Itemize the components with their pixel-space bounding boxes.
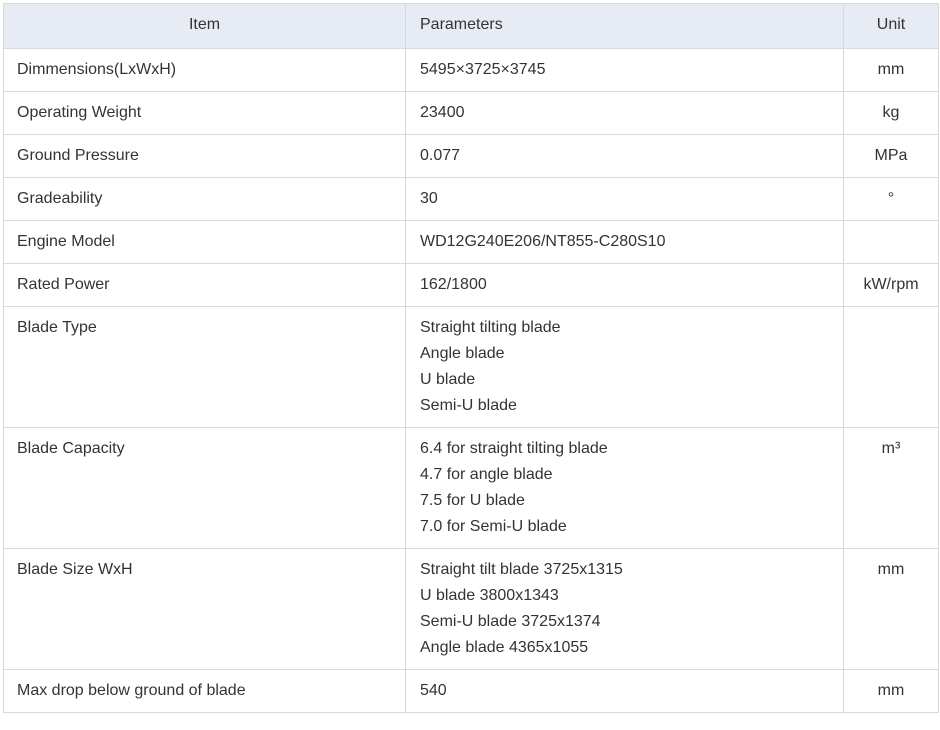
parameter-cell: 30 — [405, 177, 844, 221]
table-row: Engine Model WD12G240E206/NT855-C280S10 — [3, 220, 939, 264]
parameter-line: 7.0 for Semi-U blade — [420, 518, 567, 535]
unit-cell: kW/rpm — [843, 263, 939, 307]
parameter-line: Straight tilting blade — [420, 319, 561, 336]
parameter-line: 162/1800 — [420, 276, 487, 293]
table-body: Dimmensions(LxWxH) 5495×3725×3745 mm Operat… — [3, 48, 939, 713]
unit-cell: mm — [843, 48, 939, 92]
table-row: Blade Capacity 6.4 for straight tilting b… — [3, 427, 939, 549]
item-cell: Engine Model — [3, 220, 406, 264]
parameter-line: 5495×3725×3745 — [420, 61, 546, 78]
header-parameters: Parameters — [405, 3, 844, 49]
parameter-cell: 6.4 for straight tilting blade 4.7 for an… — [405, 427, 844, 549]
parameter-cell: 0.077 — [405, 134, 844, 178]
unit-cell: kg — [843, 91, 939, 135]
table-row: Operating Weight 23400 kg — [3, 91, 939, 135]
parameter-line: U blade — [420, 371, 476, 388]
parameter-line: 6.4 for straight tilting blade — [420, 440, 608, 457]
item-cell: Blade Type — [3, 306, 406, 428]
parameter-line: 540 — [420, 682, 447, 699]
parameter-cell: 162/1800 — [405, 263, 844, 307]
table-row: Blade Type Straight tilting blade Angle bl… — [3, 306, 939, 428]
spec-table: Item Parameters Unit Dimmensions(LxWxH) 5… — [3, 3, 939, 713]
unit-cell: m³ — [843, 427, 939, 549]
parameter-cell: WD12G240E206/NT855-C280S10 — [405, 220, 844, 264]
parameter-line: 30 — [420, 190, 438, 207]
parameter-cell: 5495×3725×3745 — [405, 48, 844, 92]
table-row: Max drop below ground of blade 540 mm — [3, 669, 939, 713]
header-item: Item — [3, 3, 406, 49]
unit-cell: MPa — [843, 134, 939, 178]
parameter-line: 23400 — [420, 104, 465, 121]
parameter-line: U blade 3800x1343 — [420, 587, 559, 604]
parameter-line: Straight tilt blade 3725x1315 — [420, 561, 623, 578]
parameter-line: 7.5 for U blade — [420, 492, 525, 509]
item-cell: Blade Size WxH — [3, 548, 406, 670]
item-cell: Max drop below ground of blade — [3, 669, 406, 713]
item-cell: Dimmensions(LxWxH) — [3, 48, 406, 92]
parameter-cell: Straight tilt blade 3725x1315 U blade 380… — [405, 548, 844, 670]
unit-cell — [843, 306, 939, 428]
item-cell: Ground Pressure — [3, 134, 406, 178]
parameter-cell: Straight tilting blade Angle blade U blade… — [405, 306, 844, 428]
header-row: Item Parameters Unit — [3, 3, 939, 49]
unit-cell: mm — [843, 669, 939, 713]
parameter-line: WD12G240E206/NT855-C280S10 — [420, 233, 666, 250]
parameter-line: 0.077 — [420, 147, 461, 164]
parameter-cell: 540 — [405, 669, 844, 713]
parameter-line: Angle blade — [420, 345, 505, 362]
unit-cell: mm — [843, 548, 939, 670]
parameter-line: Semi-U blade 3725x1374 — [420, 613, 601, 630]
parameter-line: Angle blade 4365x1055 — [420, 639, 589, 656]
parameter-line: Semi-U blade — [420, 397, 517, 414]
item-cell: Gradeability — [3, 177, 406, 221]
item-cell: Operating Weight — [3, 91, 406, 135]
header-unit: Unit — [843, 3, 939, 49]
table-row: Ground Pressure 0.077 MPa — [3, 134, 939, 178]
table-row: Rated Power 162/1800 kW/rpm — [3, 263, 939, 307]
item-cell: Blade Capacity — [3, 427, 406, 549]
table-row: Gradeability 30 ° — [3, 177, 939, 221]
parameter-line: 4.7 for angle blade — [420, 466, 553, 483]
table-row: Blade Size WxH Straight tilt blade 3725x1… — [3, 548, 939, 670]
item-cell: Rated Power — [3, 263, 406, 307]
table-header: Item Parameters Unit — [3, 3, 939, 49]
unit-cell: ° — [843, 177, 939, 221]
unit-cell — [843, 220, 939, 264]
parameter-cell: 23400 — [405, 91, 844, 135]
table-row: Dimmensions(LxWxH) 5495×3725×3745 mm — [3, 48, 939, 92]
